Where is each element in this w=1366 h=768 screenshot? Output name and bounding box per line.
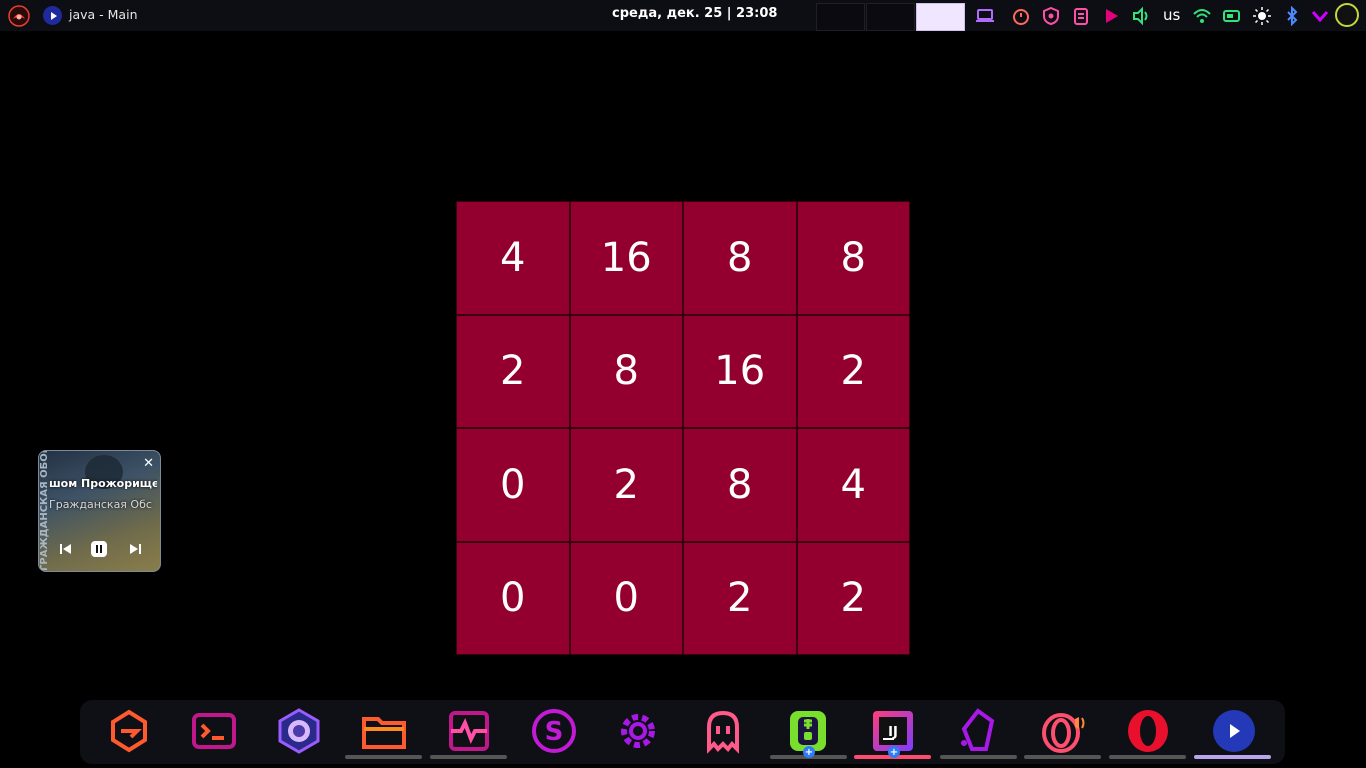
tile: 0 [456,428,570,542]
terminal-icon[interactable] [189,706,239,756]
settings-icon[interactable] [613,706,663,756]
app-launcher-icon[interactable] [104,706,154,756]
workspace-2[interactable] [866,3,915,31]
running-indicator [345,755,422,759]
tile: 0 [456,541,570,655]
files-icon[interactable] [359,706,409,756]
workspace-1[interactable] [816,3,865,31]
notes-icon[interactable] [1071,6,1091,26]
keyboard-layout[interactable]: us [1163,6,1180,24]
arch-logo-icon[interactable] [8,5,30,27]
clock[interactable]: среда, дек. 25 | 23:08 [612,6,777,21]
pause-button[interactable] [91,541,107,557]
close-icon[interactable]: ✕ [143,457,154,470]
plus-badge-icon: + [888,746,900,758]
ghost-icon[interactable] [698,706,748,756]
opera-gx-icon[interactable] [1038,706,1088,756]
running-indicator [1194,755,1271,759]
window-title: java - Main [69,7,138,22]
media-play-icon[interactable] [1101,6,1121,26]
tile: 8 [569,314,683,428]
tile: 2 [569,428,683,542]
running-indicator [940,755,1017,759]
tile: 2 [796,314,910,428]
skip-back-icon [60,544,71,554]
game-board: 4 16 8 8 2 8 16 2 0 2 8 4 0 0 2 2 [456,201,910,655]
chevron-down-icon[interactable] [1310,6,1330,26]
tile: 4 [456,201,570,315]
skip-forward-icon [130,544,141,554]
track-artist: Гражданская Обс [49,498,152,511]
tile: 2 [683,541,797,655]
stacer-icon[interactable]: S [529,706,579,756]
workspace-3[interactable] [916,3,965,31]
svg-text:S: S [545,717,564,747]
wifi-icon[interactable] [1192,6,1212,26]
brightness-icon[interactable] [1252,6,1272,26]
tile: 2 [796,541,910,655]
running-indicator [1024,755,1101,759]
browser-icon[interactable] [274,706,324,756]
battery-icon[interactable] [1222,6,1242,26]
laptop-icon[interactable] [975,6,995,26]
avatar[interactable] [1335,3,1359,27]
media-player-widget: ГРАЖДАНСКАЯ ОБОРОНА ✕ шом Прожорище Граж… [38,450,161,572]
tile: 8 [796,201,910,315]
tile: 8 [683,428,797,542]
plus-badge-icon: + [803,746,815,758]
tile: 0 [569,541,683,655]
svg-text:IJ: IJ [888,725,898,740]
tile: 8 [683,201,797,315]
tile: 2 [456,314,570,428]
tile: 4 [796,428,910,542]
running-indicator [1109,755,1186,759]
dock [80,700,1285,764]
previous-track-button[interactable] [59,542,73,556]
system-monitor-icon[interactable] [444,706,494,756]
tile: 16 [683,314,797,428]
shield-icon[interactable] [1041,6,1061,26]
next-track-button[interactable] [128,542,142,556]
active-app-icon[interactable] [43,6,62,25]
timer-icon[interactable] [1011,6,1031,26]
pause-icon [96,545,102,553]
running-indicator [430,755,507,759]
track-title: шом Прожорище [49,477,157,490]
java-app-icon[interactable] [1209,706,1259,756]
volume-icon[interactable] [1131,6,1151,26]
crystal-icon[interactable] [953,706,1003,756]
bluetooth-icon[interactable] [1282,6,1302,26]
tile: 16 [569,201,683,315]
opera-icon[interactable] [1123,706,1173,756]
